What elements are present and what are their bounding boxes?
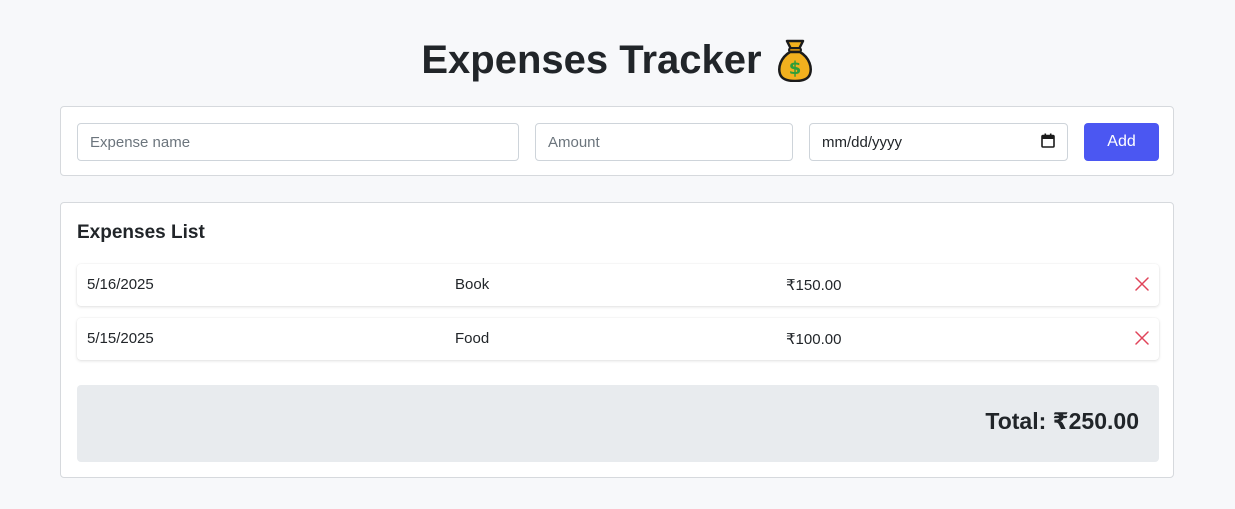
calendar-icon[interactable] bbox=[1041, 133, 1055, 152]
table-row: 5/15/2025 Food ₹100.00 bbox=[77, 318, 1159, 360]
total-panel: Total: ₹250.00 bbox=[77, 385, 1159, 462]
page-title: Expenses Tracker bbox=[421, 38, 762, 82]
svg-text:$: $ bbox=[788, 58, 801, 79]
expense-date: 5/16/2025 bbox=[87, 276, 154, 293]
list-heading: Expenses List bbox=[77, 222, 205, 243]
expense-amount: ₹150.00 bbox=[786, 277, 842, 294]
delete-icon[interactable] bbox=[1133, 275, 1151, 293]
add-button[interactable]: Add bbox=[1084, 123, 1159, 161]
delete-icon[interactable] bbox=[1133, 329, 1151, 347]
page-title-wrap: Expenses Tracker $ bbox=[421, 38, 813, 82]
total-amount: Total: ₹250.00 bbox=[985, 408, 1139, 434]
date-input[interactable]: mm/dd/yyyy bbox=[809, 123, 1068, 161]
header: Expenses Tracker $ bbox=[0, 0, 1235, 106]
money-bag-icon: $ bbox=[776, 38, 814, 82]
expense-date: 5/15/2025 bbox=[87, 330, 154, 347]
table-row: 5/16/2025 Book ₹150.00 bbox=[77, 264, 1159, 306]
expense-name: Book bbox=[455, 276, 490, 293]
expense-name: Food bbox=[455, 330, 490, 347]
expense-amount: ₹100.00 bbox=[786, 331, 842, 348]
amount-input[interactable] bbox=[535, 123, 793, 161]
expenses-list-card: Expenses List 5/16/2025 Book ₹150.00 5/1… bbox=[60, 202, 1174, 478]
date-placeholder: mm/dd/yyyy bbox=[822, 133, 903, 151]
expense-form: mm/dd/yyyy Add bbox=[60, 106, 1174, 176]
expense-name-input[interactable] bbox=[77, 123, 519, 161]
